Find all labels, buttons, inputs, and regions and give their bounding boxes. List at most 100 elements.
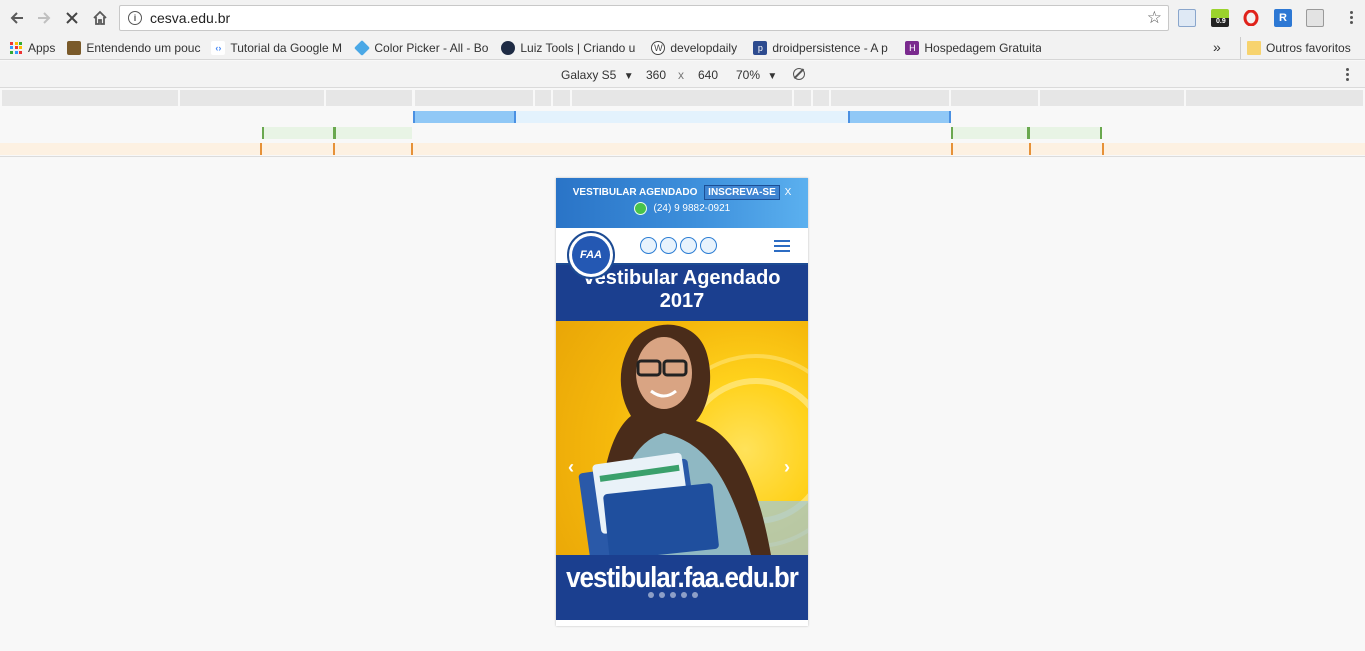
more-bookmarks-button[interactable]: » [1213, 39, 1221, 55]
ruler-segment[interactable] [572, 90, 792, 106]
handshake-icon[interactable] [700, 237, 717, 254]
query-tick [333, 127, 336, 139]
bookmark-label: droidpersistence - A p [772, 40, 888, 55]
ruler-segment[interactable] [951, 90, 1038, 106]
carousel-dot[interactable] [659, 592, 665, 598]
bookmark-tutorial-google[interactable]: ‹› Tutorial da Google M [207, 37, 347, 59]
height-input[interactable]: 640 [698, 68, 718, 82]
bookmark-star-icon[interactable]: ☆ [1147, 8, 1162, 28]
site-header: FAA [556, 228, 808, 279]
back-button[interactable] [3, 4, 31, 32]
promo-topbar: VESTIBULAR AGENDADO INSCREVA-SE X (24) 9… [556, 178, 808, 228]
ruler-segment[interactable] [1186, 90, 1363, 106]
forward-arrow-icon [38, 12, 51, 24]
close-promo-button[interactable]: X [785, 187, 792, 198]
ruler-segment[interactable] [2, 90, 178, 106]
bookmark-color-picker[interactable]: Color Picker - All - Bo [351, 37, 493, 59]
whatsapp-icon [633, 202, 647, 215]
apps-grid-icon [10, 41, 22, 54]
bookmark-luiz-tools[interactable]: Luiz Tools | Criando u [497, 37, 643, 59]
browser-menu-icon[interactable] [1350, 11, 1353, 24]
quick-access-icons [640, 237, 717, 254]
wordpress-icon: W [651, 40, 666, 55]
min-max-query-bar[interactable] [262, 127, 412, 139]
bookmark-apps[interactable]: Apps [6, 37, 59, 59]
bookmarks-bar: Apps Entendendo um pouc ‹› Tutorial da G… [0, 36, 1365, 60]
ruler-segment[interactable] [553, 90, 570, 106]
width-input[interactable]: 360 [646, 68, 666, 82]
ruler-segment[interactable] [180, 90, 324, 106]
max-width-query-bar[interactable] [848, 111, 951, 123]
rotate-icon [793, 68, 805, 80]
home-button[interactable] [86, 4, 114, 32]
bookmark-folder-outros[interactable]: Outros favoritos [1240, 37, 1355, 59]
bookmark-entendendo[interactable]: Entendendo um pouc [63, 37, 203, 59]
inscreva-se-button[interactable]: INSCREVA-SE [704, 185, 780, 200]
r-extension-icon[interactable]: R [1274, 9, 1292, 27]
hero-banner: vestibular Agendado 2017 ‹ › vestibular.… [556, 265, 808, 620]
query-tick [848, 111, 850, 123]
meter-extension-icon[interactable]: 0.9 [1211, 9, 1229, 27]
phone-number[interactable]: (24) 9 9882-0921 [654, 203, 731, 214]
ruler-segment[interactable] [813, 90, 829, 106]
chevron-down-icon: ▼ [767, 71, 778, 82]
bookmark-label: Entendendo um pouc [86, 40, 201, 55]
stop-loading-button[interactable] [58, 4, 86, 32]
teacher-icon[interactable] [680, 237, 697, 254]
query-tick [949, 111, 951, 123]
device-select[interactable]: Galaxy S5 ▼ [561, 68, 634, 82]
student-icon[interactable] [640, 237, 657, 254]
bookmark-label: Hospedagem Gratuita [924, 40, 1042, 55]
cast-extension-icon[interactable] [1178, 9, 1196, 27]
query-tick [413, 111, 415, 123]
carousel-dot[interactable] [648, 592, 654, 598]
bookmark-hospedagem[interactable]: H Hospedagem Gratuita [901, 37, 1041, 59]
hamburger-menu-icon[interactable] [774, 240, 790, 252]
hosting-logo-icon: H [905, 40, 920, 55]
zoom-select[interactable]: 70% ▼ [736, 68, 777, 82]
query-tick [951, 143, 953, 155]
address-bar[interactable]: i cesva.edu.br ☆ [119, 5, 1169, 31]
query-tick [514, 111, 516, 123]
carousel-dot[interactable] [670, 592, 676, 598]
droidpersistence-icon: p [753, 40, 768, 55]
max-width-query-bar[interactable] [413, 111, 516, 123]
ruler-segment[interactable] [535, 90, 551, 106]
forward-button[interactable] [30, 4, 58, 32]
rotate-button[interactable] [793, 68, 805, 83]
promo-label: VESTIBULAR AGENDADO [572, 187, 698, 198]
min-max-query-bar[interactable] [951, 127, 1101, 139]
user-icon[interactable] [660, 237, 677, 254]
bookmark-developdaily[interactable]: W developdaily [647, 37, 745, 59]
opera-extension-icon[interactable] [1242, 9, 1260, 27]
shield-extension-icon[interactable] [1306, 9, 1324, 27]
min-width-query-bar[interactable] [0, 143, 1365, 155]
browser-toolbar: i cesva.edu.br ☆ 0.9 R [0, 0, 1365, 36]
range-query-bar[interactable] [516, 111, 848, 123]
ruler-segment[interactable] [326, 90, 412, 106]
chevron-down-icon: ▼ [623, 71, 634, 82]
folder-icon [1247, 41, 1261, 55]
ruler-segment[interactable] [794, 90, 811, 106]
ruler-segment[interactable] [831, 90, 949, 106]
banner-url[interactable]: vestibular.faa.edu.br [556, 560, 808, 594]
device-toolbar-menu-icon[interactable] [1346, 68, 1349, 81]
site-info-icon[interactable]: i [128, 11, 142, 25]
carousel-next-arrow[interactable]: › [784, 457, 790, 478]
ruler-segment[interactable] [415, 90, 533, 106]
coffee-cup-icon [67, 40, 82, 55]
carousel-dot[interactable] [692, 592, 698, 598]
url-text[interactable]: cesva.edu.br [150, 10, 230, 26]
ruler-segment[interactable] [1040, 90, 1184, 106]
carousel-dots [648, 592, 698, 598]
back-arrow-icon [10, 12, 23, 24]
carousel-prev-arrow[interactable]: ‹ [568, 457, 574, 478]
faa-logo[interactable]: FAA [567, 231, 615, 279]
query-tick [260, 143, 262, 155]
query-tick [333, 143, 335, 155]
extension-badge: 0.9 [1215, 18, 1227, 25]
carousel-dot[interactable] [681, 592, 687, 598]
diamond-icon [354, 39, 371, 56]
logo-text: FAA [572, 236, 610, 274]
bookmark-droidpersistence[interactable]: p droidpersistence - A p [749, 37, 897, 59]
